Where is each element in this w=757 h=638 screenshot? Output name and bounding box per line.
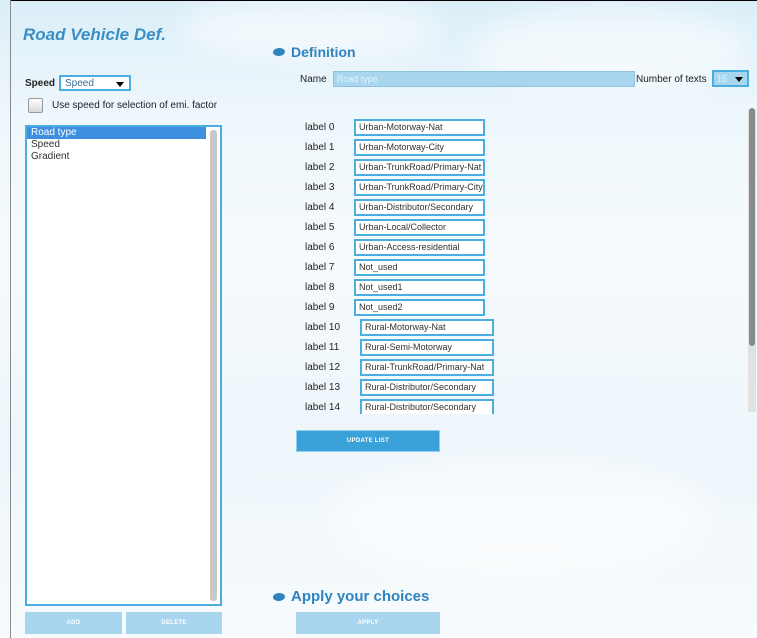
chevron-down-icon xyxy=(116,82,125,87)
label-text-field[interactable]: Urban-Local/Collector xyxy=(354,218,485,236)
label-index: label 11 xyxy=(305,341,340,353)
speed-select[interactable]: Speed xyxy=(59,75,132,91)
label-index: label 13 xyxy=(305,381,341,393)
label-text-field[interactable]: Urban-TrunkRoad/Primary-City xyxy=(354,178,485,196)
label-fields-panel: label 0 Urban-Motorway-Nat label 1 Urban-Mo… xyxy=(300,117,740,414)
speed-emission-checkbox-label: Use speed for selection of emi. factor xyxy=(52,100,218,111)
delete-button-label: DELETE xyxy=(161,620,187,626)
chevron-down-icon xyxy=(735,77,743,82)
label-text-field[interactable]: Rural-TrunkRoad/Primary-Nat xyxy=(360,358,494,376)
label-text-field[interactable]: Urban-Access-residential xyxy=(354,238,485,256)
label-row: label 1 Urban-Motorway-City xyxy=(300,137,485,157)
label-row: label 13 Rural-Distributor/Secondary xyxy=(300,377,494,397)
list-item[interactable]: Gradient xyxy=(27,151,206,163)
label-text-field[interactable]: Not_used xyxy=(354,258,485,276)
label-row: label 11 Rural-Semi-Motorway xyxy=(300,337,494,357)
number-of-texts-label: Number of texts xyxy=(636,74,707,85)
label-index: label 0 xyxy=(305,121,335,133)
number-of-texts-value: 15 xyxy=(717,73,728,84)
apply-button-label: APPLY xyxy=(357,620,379,626)
variable-list[interactable]: Road type Speed Gradient xyxy=(25,125,222,606)
bullet-icon xyxy=(272,591,286,602)
label-row: label 6 Urban-Access-residential xyxy=(300,237,485,257)
speed-emission-checkbox[interactable] xyxy=(28,98,43,113)
label-text-field[interactable]: Rural-Semi-Motorway xyxy=(360,338,494,356)
label-row: label 3 Urban-TrunkRoad/Primary-City xyxy=(300,177,485,197)
label-index: label 7 xyxy=(305,261,335,273)
label-row: label 5 Urban-Local/Collector xyxy=(300,217,485,237)
label-row: label 12 Rural-TrunkRoad/Primary-Nat xyxy=(300,357,494,377)
label-row: label 2 Urban-TrunkRoad/Primary-Nat xyxy=(300,157,485,177)
label-text-field[interactable]: Rural-Motorway-Nat xyxy=(360,318,494,336)
label-index: label 4 xyxy=(305,201,335,213)
update-list-button-label: UPDATE LIST xyxy=(346,438,390,444)
panel-scrollbar-thumb[interactable] xyxy=(749,108,755,346)
name-field-value: Road type xyxy=(336,74,378,84)
label-index: label 8 xyxy=(305,281,335,293)
definition-heading-text: Definition xyxy=(291,44,356,60)
window-top-border xyxy=(10,0,757,1)
label-index: label 14 xyxy=(305,401,341,413)
label-text-field[interactable]: Not_used1 xyxy=(354,278,485,296)
label-text-field[interactable]: Rural-Distributor/Secondary xyxy=(360,378,494,396)
add-button[interactable]: ADD xyxy=(25,612,122,634)
label-index: label 2 xyxy=(305,161,335,173)
update-list-button[interactable]: UPDATE LIST xyxy=(296,430,440,452)
name-field[interactable]: Road type xyxy=(332,71,635,87)
apply-button[interactable]: APPLY xyxy=(296,612,440,634)
label-row: label 7 Not_used xyxy=(300,257,485,277)
label-row: label 10 Rural-Motorway-Nat xyxy=(300,317,494,337)
label-index: label 3 xyxy=(305,181,335,193)
label-text-field[interactable]: Urban-TrunkRoad/Primary-Nat xyxy=(354,158,485,176)
label-row: label 4 Urban-Distributor/Secondary xyxy=(300,197,485,217)
list-item[interactable]: Speed xyxy=(27,139,206,151)
variable-list-items: Road type Speed Gradient xyxy=(27,127,220,163)
label-row: label 0 Urban-Motorway-Nat xyxy=(300,117,485,137)
page-title: Road Vehicle Def. xyxy=(23,25,166,44)
speed-row: Speed Speed xyxy=(25,75,132,91)
variable-list-scrollbar[interactable] xyxy=(210,130,217,601)
name-label: Name xyxy=(300,73,327,85)
list-item[interactable]: Road type xyxy=(27,127,206,139)
bullet-icon xyxy=(272,47,286,57)
label-text-field[interactable]: Urban-Distributor/Secondary xyxy=(354,198,485,216)
number-of-texts-select[interactable]: 15 xyxy=(712,70,749,87)
delete-button[interactable]: DELETE xyxy=(126,612,222,634)
cloud-decoration xyxy=(330,460,710,580)
name-row: Name Road type xyxy=(300,71,635,87)
definition-heading: Definition xyxy=(272,44,356,60)
label-text-field[interactable]: Not_used2 xyxy=(354,298,485,316)
label-text-field[interactable]: Rural-Distributor/Secondary xyxy=(360,398,494,414)
label-index: label 12 xyxy=(305,361,341,373)
apply-heading: Apply your choices xyxy=(272,588,430,605)
label-index: label 1 xyxy=(305,141,335,153)
speed-select-value: Speed xyxy=(65,77,94,89)
label-row: label 14 Rural-Distributor/Secondary xyxy=(300,397,494,414)
label-text-field[interactable]: Urban-Motorway-City xyxy=(354,138,485,156)
speed-emission-option: Use speed for selection of emi. factor xyxy=(28,98,217,113)
speed-label: Speed xyxy=(25,77,56,89)
add-button-label: ADD xyxy=(66,620,81,626)
window-left-border xyxy=(10,0,11,638)
label-row: label 8 Not_used1 xyxy=(300,277,485,297)
label-index: label 6 xyxy=(305,241,335,253)
label-index: label 9 xyxy=(305,301,335,313)
label-index: label 5 xyxy=(305,221,335,233)
label-text-field[interactable]: Urban-Motorway-Nat xyxy=(354,118,485,136)
apply-heading-text: Apply your choices xyxy=(291,588,430,605)
label-row: label 9 Not_used2 xyxy=(300,297,485,317)
label-index: label 10 xyxy=(305,321,341,333)
